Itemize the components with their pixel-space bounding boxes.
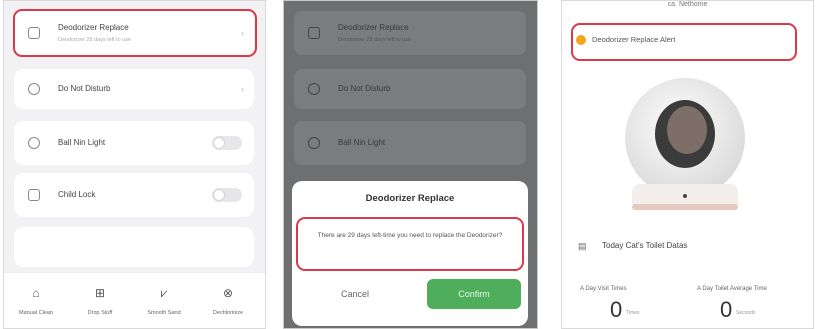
page-title: ca. Nethome [667,1,708,8]
visit-times-value: 0 [610,297,623,322]
child-lock-toggle[interactable] [212,188,242,202]
clear-icon: ⊞ [94,286,106,300]
device-home-screen: ca. Nethome Deodorizer Replace Alert ▤ T… [561,0,814,329]
do-not-disturb-label: Do Not Disturb [58,84,111,93]
settings-icon: ⊗ [222,286,234,300]
child-lock-row: Child Lock [14,173,254,217]
trash-icon: ⌂ [32,286,40,300]
chart-icon: ▤ [578,241,587,251]
child-lock-label: Child Lock [58,190,96,199]
ball-light-row: Ball Nin Light [14,121,254,165]
ball-light-label: Ball Nin Light [58,138,106,147]
average-time-value: 0 [720,297,733,322]
dialog-title: Deodorizer Replace [365,193,455,204]
action-bar: ⌂ Manual Clean ⊞ Drop Stuff ⩗ Smooth San… [4,272,265,328]
dialog-screen: Deodorizer Replace Deodorizer 29 days le… [283,0,538,329]
filter-icon [308,27,320,39]
ball-light-toggle[interactable] [212,136,242,150]
do-not-disturb-row[interactable]: Do Not Disturb › [14,69,254,109]
highlight-box [571,23,797,61]
smooth-icon: ⩗ [160,286,168,300]
tab-label: Manual Clean [19,310,53,316]
chevron-right-icon: › [241,84,244,94]
bell-icon [308,83,320,95]
empty-card [14,227,254,267]
bulb-icon [28,137,40,149]
bulb-icon [308,137,320,149]
ball-light-row: Ball Nin Light [294,121,526,165]
ball-light-label: Ball Nin Light [338,138,386,147]
lock-icon [28,189,40,201]
today-label: Today Cat's Toilet Datas [602,241,688,250]
cancel-button[interactable]: Cancel [310,279,400,309]
tab-label: Smooth Sand [147,310,181,316]
deodorizer-replace-row: Deodorizer Replace Deodorizer 29 days le… [294,11,526,55]
tab-label: Dechlorinize [212,310,244,316]
deodorizer-title: Deodorizer Replace [338,23,409,32]
tab-manual-clean[interactable]: ⌂ Manual Clean [4,273,68,328]
settings-screen: Deodorizer Replace Deodorizer 29 days le… [3,0,266,329]
confirm-button[interactable]: Confirm [427,279,521,309]
visit-times-label: A Day Visit Times [580,286,627,292]
tab-dechlorinize[interactable]: ⊗ Dechlorinize [196,273,260,328]
tab-smooth-sand[interactable]: ⩗ Smooth Sand [132,273,196,328]
do-not-disturb-row: Do Not Disturb [294,69,526,109]
deodorizer-subtitle: Deodorizer 29 days left to use [338,37,412,43]
tab-drop-stuff[interactable]: ⊞ Drop Stuff [68,273,132,328]
highlight-box [13,9,257,57]
highlight-box [296,217,524,271]
tab-label: Drop Stuff [87,310,113,316]
do-not-disturb-label: Do Not Disturb [338,84,391,93]
average-time-unit: Seconds [736,310,756,316]
visit-times-unit: Times [626,310,640,316]
average-time-label: A Day Toilet Average Time [697,286,767,292]
litter-box-image [625,78,745,210]
bell-icon [28,83,40,95]
